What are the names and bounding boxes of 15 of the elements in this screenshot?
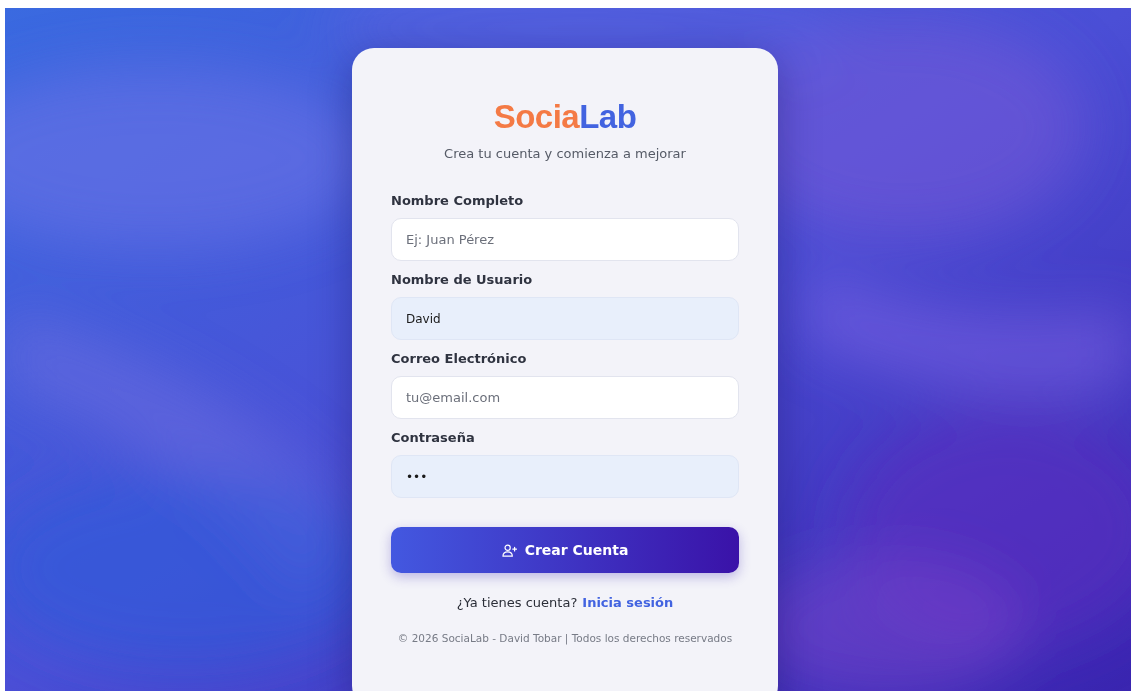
input-field[interactable]: ••• bbox=[391, 455, 739, 498]
create-account-button[interactable]: Crear Cuenta bbox=[391, 527, 739, 573]
input-field[interactable]: tu@email.com bbox=[391, 376, 739, 419]
field-label: Nombre Completo bbox=[391, 193, 525, 208]
field-label: Nombre de Usuario bbox=[391, 272, 534, 287]
field-label: Contraseña bbox=[391, 430, 476, 445]
subtitle: Crea tu cuenta y comienza a mejorar bbox=[444, 146, 686, 161]
input-field[interactable]: David bbox=[391, 297, 739, 340]
login-prompt: ¿Ya tienes cuenta? bbox=[456, 595, 578, 610]
input-field[interactable]: Ej: Juan Pérez bbox=[391, 218, 739, 261]
login-link[interactable]: Inicia sesión bbox=[582, 595, 674, 610]
footer-text: © 2026 SociaLab - David Tobar | Todos los derechos reservados bbox=[397, 632, 733, 644]
logo: SociaLab bbox=[493, 98, 637, 136]
add-user-icon bbox=[501, 543, 517, 557]
field-label: Correo Electrónico bbox=[391, 351, 528, 366]
